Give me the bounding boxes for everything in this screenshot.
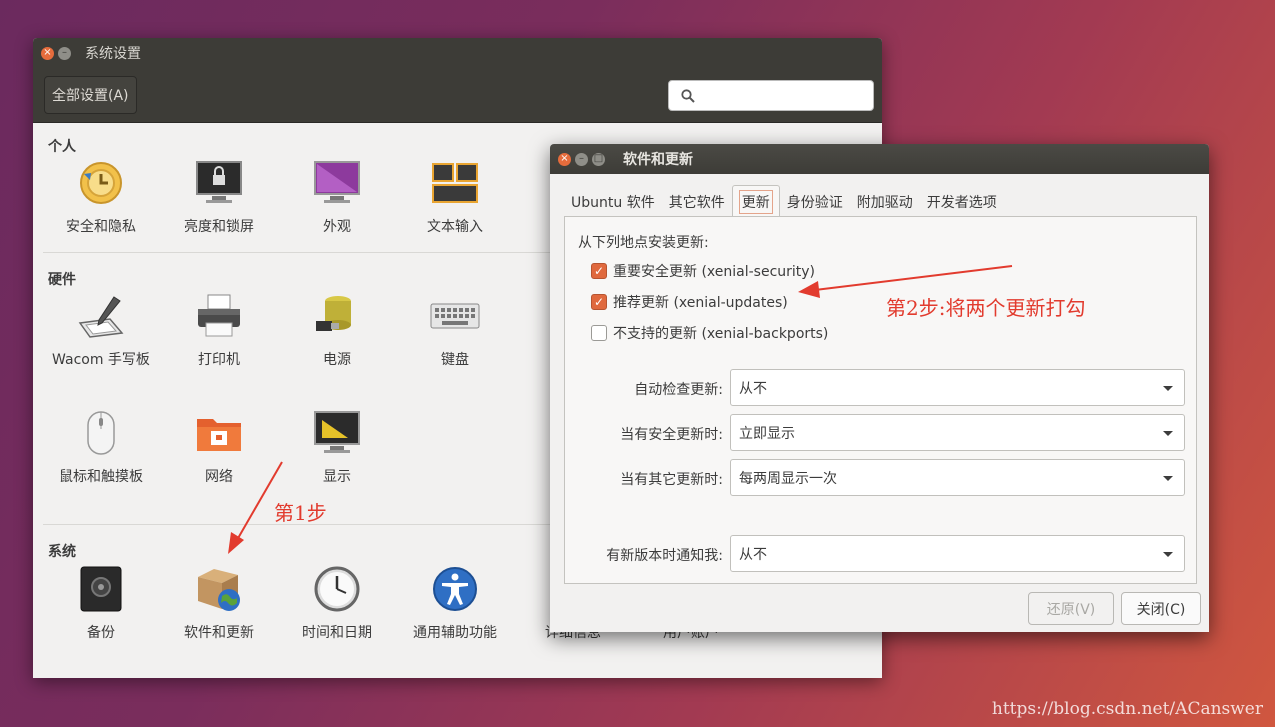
annotation-arrows bbox=[228, 265, 1013, 554]
step2-annotation: 第2步:将两个更新打勾 bbox=[886, 296, 1086, 320]
watermark: https://blog.csdn.net/ACanswer bbox=[991, 699, 1263, 719]
step1-annotation: 第1步 bbox=[274, 501, 327, 525]
